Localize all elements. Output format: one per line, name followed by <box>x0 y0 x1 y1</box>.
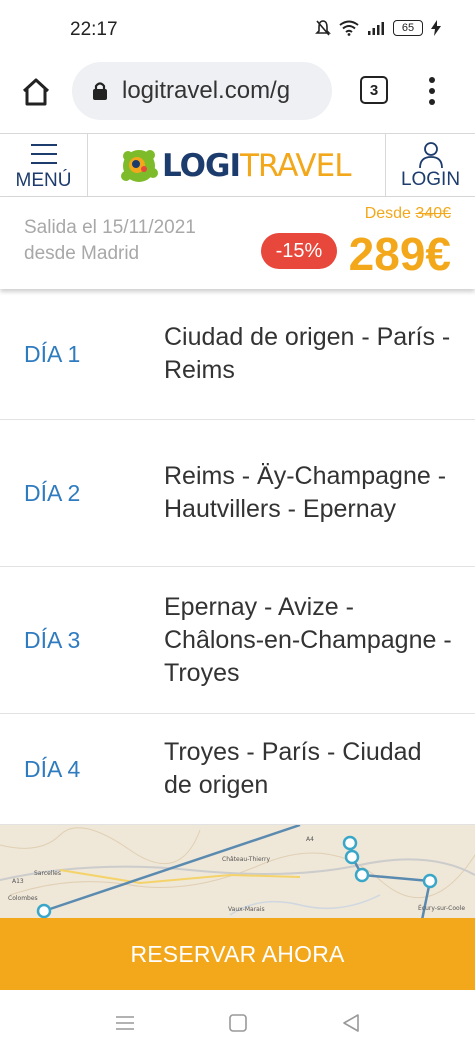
logo-chameleon-icon <box>121 150 158 182</box>
hamburger-icon <box>30 143 57 164</box>
signal-icon <box>368 22 384 35</box>
home-nav-button[interactable] <box>226 1012 250 1034</box>
square-icon <box>229 1014 247 1032</box>
departure-date: Salida el 15/11/2021 <box>24 217 196 238</box>
status-bar: 22:17 65 <box>0 0 475 58</box>
url-text: logitravel.com/g <box>122 77 291 104</box>
itinerary-day-1[interactable]: DÍA 1 Ciudad de origen - París - Reims <box>0 289 475 420</box>
menu-lines-icon <box>116 1016 134 1030</box>
route-map[interactable]: Château-Thierry Sarcelles Colombes Vaux-… <box>0 825 475 920</box>
map-label: Écury-sur-Coole <box>418 904 465 912</box>
mute-icon <box>315 20 331 36</box>
price-summary-bar: Salida el 15/11/2021 desde Madrid -15% D… <box>0 197 475 289</box>
day-label: DÍA 3 <box>24 626 81 653</box>
charging-icon <box>431 20 441 36</box>
map-pin[interactable] <box>344 849 360 865</box>
logo-text-logi: LOGI <box>162 148 241 184</box>
map-label: Vaux-Marais <box>228 906 265 913</box>
more-dot <box>429 99 435 105</box>
address-bar[interactable]: logitravel.com/g <box>72 62 332 120</box>
more-options-button[interactable] <box>422 74 442 108</box>
battery-icon: 65 <box>393 20 423 36</box>
day-label: DÍA 2 <box>24 479 81 506</box>
site-header: MENÚ LOGI TRAVEL LOGIN <box>0 133 475 197</box>
map-pin[interactable] <box>422 873 438 889</box>
day-route: Epernay - Avize - Châlons-en-Champagne -… <box>164 592 452 687</box>
day-label: DÍA 4 <box>24 755 81 782</box>
status-icons: 65 <box>315 19 441 37</box>
more-dot <box>429 77 435 83</box>
current-price: 289€ <box>348 228 451 280</box>
map-pin[interactable] <box>354 867 370 883</box>
map-label: Colombes <box>8 895 38 902</box>
recent-apps-button[interactable] <box>113 1012 137 1034</box>
home-icon <box>22 78 50 106</box>
day-label: DÍA 1 <box>24 340 81 367</box>
map-pin[interactable] <box>36 903 52 919</box>
more-dot <box>429 88 435 94</box>
logo-text-travel: TRAVEL <box>239 148 352 184</box>
departure-city: desde Madrid <box>24 243 140 264</box>
map-road-label: A13 <box>12 878 24 885</box>
from-price-line: Desde 340€ <box>365 205 451 223</box>
system-nav-bar <box>0 990 475 1056</box>
map-road-label: A4 <box>306 836 314 843</box>
day-route: Reims - Äy-Champagne - Hautvillers - Epe… <box>164 462 447 523</box>
discount-badge: -15% <box>261 233 337 269</box>
wifi-icon <box>339 20 359 36</box>
menu-button[interactable]: MENÚ <box>0 134 88 197</box>
tab-switcher-button[interactable]: 3 <box>360 76 388 104</box>
reserve-now-button[interactable]: RESERVAR AHORA <box>0 918 475 990</box>
day-route: Troyes - París - Ciudad de origen <box>164 738 422 799</box>
user-icon <box>418 141 443 168</box>
login-button[interactable]: LOGIN <box>385 134 475 197</box>
login-label: LOGIN <box>400 168 461 190</box>
back-triangle-icon <box>343 1014 359 1032</box>
back-nav-button[interactable] <box>339 1012 363 1034</box>
map-label: Château-Thierry <box>222 856 270 863</box>
departure-info: Salida el 15/11/2021 desde Madrid <box>24 215 196 267</box>
itinerary-list: DÍA 1 Ciudad de origen - París - Reims D… <box>0 289 475 825</box>
map-label: Sarcelles <box>34 870 61 877</box>
lock-icon <box>92 81 108 101</box>
menu-label: MENÚ <box>15 169 72 191</box>
itinerary-day-4[interactable]: DÍA 4 Troyes - París - Ciudad de origen <box>0 714 475 825</box>
map-pin[interactable] <box>342 835 358 851</box>
old-price: 340€ <box>415 205 451 222</box>
itinerary-day-3[interactable]: DÍA 3 Epernay - Avize - Châlons-en-Champ… <box>0 567 475 714</box>
itinerary-day-2[interactable]: DÍA 2 Reims - Äy-Champagne - Hautvillers… <box>0 420 475 567</box>
browser-toolbar: logitravel.com/g 3 <box>0 58 475 130</box>
home-button[interactable] <box>18 74 54 110</box>
status-time: 22:17 <box>70 19 118 40</box>
day-route: Ciudad de origen - París - Reims <box>164 323 451 384</box>
from-label: Desde <box>364 205 411 222</box>
logitravel-logo[interactable]: LOGI TRAVEL <box>120 142 351 190</box>
